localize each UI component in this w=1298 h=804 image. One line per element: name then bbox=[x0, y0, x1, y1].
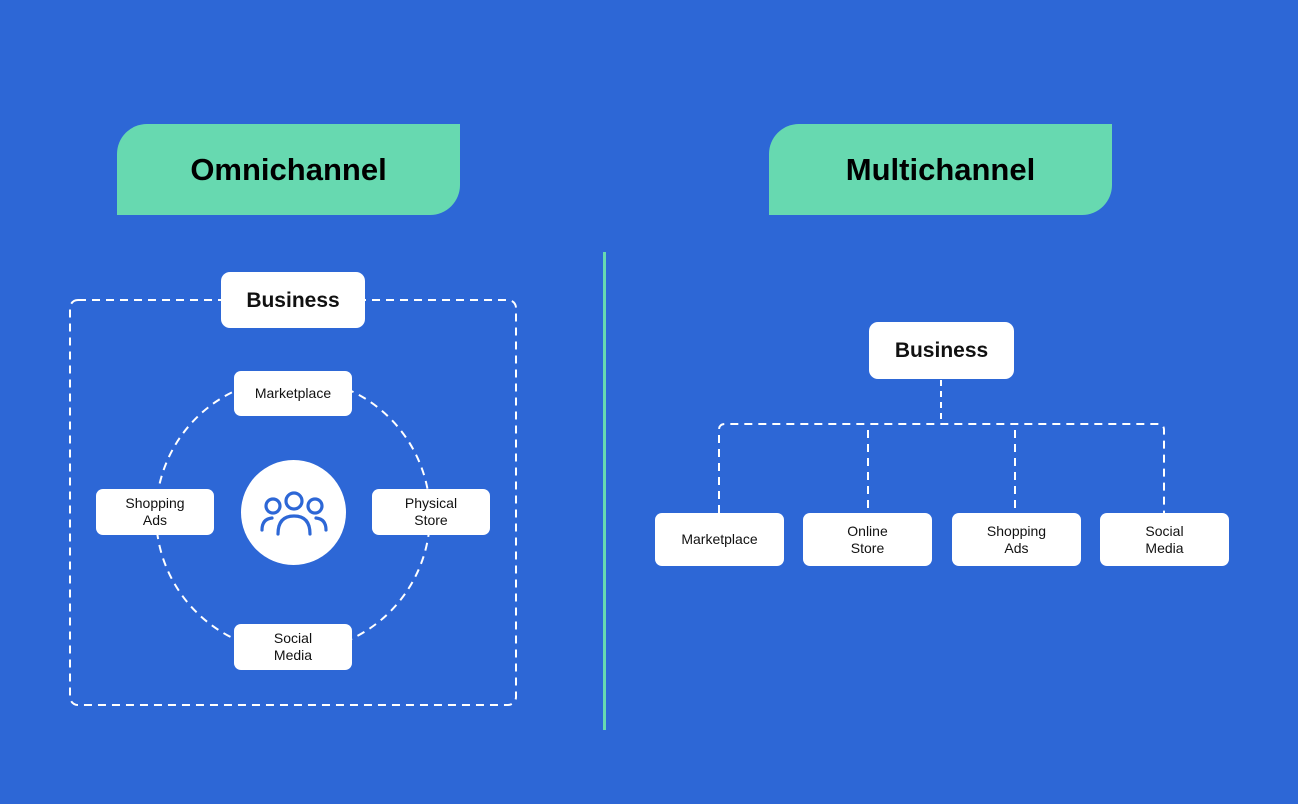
omnichannel-physical-store-node: Physical Store bbox=[372, 489, 490, 535]
multichannel-social-media-node: Social Media bbox=[1100, 513, 1229, 566]
connector-lines bbox=[69, 299, 1165, 706]
omnichannel-marketplace-node: Marketplace bbox=[234, 371, 352, 416]
customer-hub bbox=[241, 460, 346, 565]
omnichannel-social-media-node: Social Media bbox=[234, 624, 352, 670]
multichannel-marketplace-node: Marketplace bbox=[655, 513, 784, 566]
people-group-icon bbox=[259, 490, 328, 536]
multichannel-shopping-ads-node: Shopping Ads bbox=[952, 513, 1081, 566]
multichannel-bus bbox=[718, 423, 1165, 513]
omnichannel-business-node: Business bbox=[221, 272, 365, 328]
omnichannel-shopping-ads-node: Shopping Ads bbox=[96, 489, 214, 535]
multichannel-online-store-node: Online Store bbox=[803, 513, 932, 566]
multichannel-business-node: Business bbox=[869, 322, 1014, 379]
